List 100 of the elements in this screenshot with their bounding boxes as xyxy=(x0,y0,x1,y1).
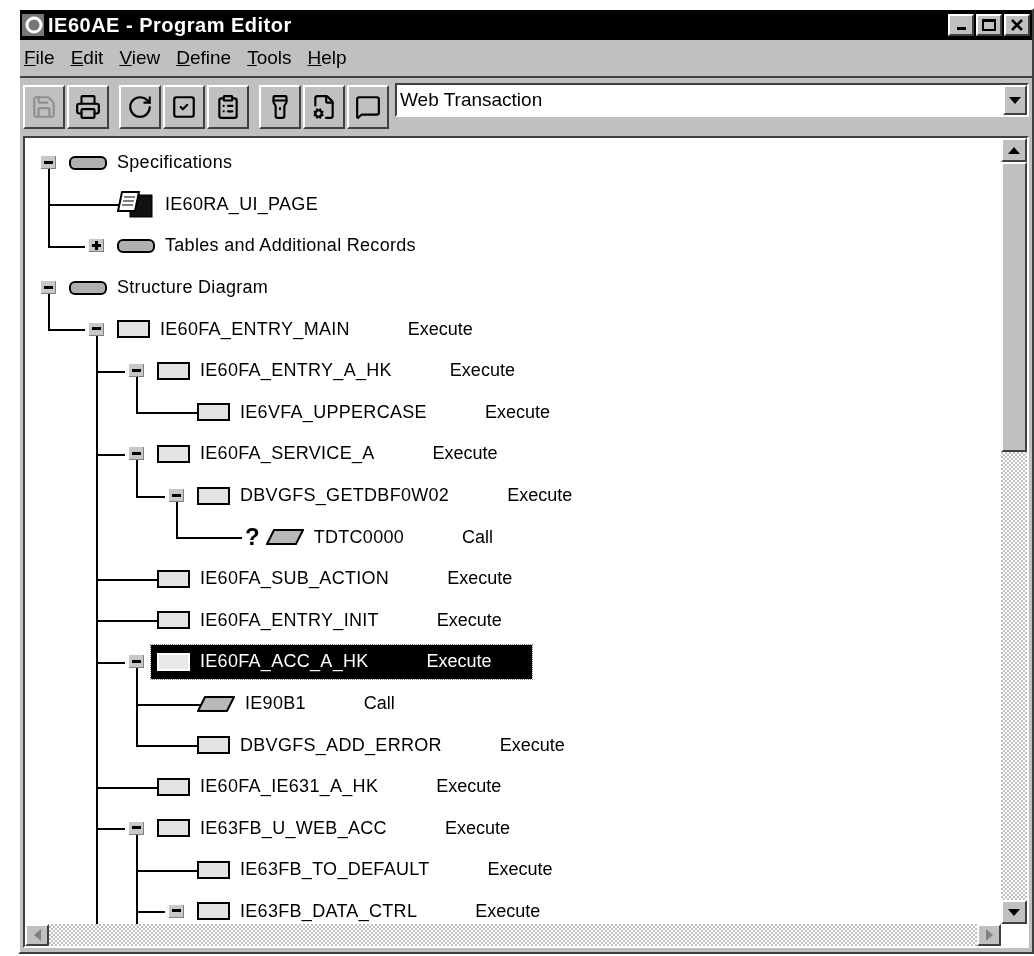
tree-item[interactable]: IE90B1 Call xyxy=(191,686,435,721)
item-name: IE90B1 xyxy=(245,692,306,715)
tree-item[interactable]: IE60FA_ENTRY_MAIN Execute xyxy=(111,312,513,347)
item-action: Execute xyxy=(444,816,510,840)
tree-item[interactable]: IE60RA_UI_PAGE xyxy=(111,187,358,222)
menu-item[interactable]: Tools xyxy=(247,43,292,73)
tree-item[interactable]: IE60FA_ENTRY_INIT Execute xyxy=(151,603,542,638)
menu-item[interactable]: File xyxy=(24,43,55,73)
item-name: IE60FA_IE631_A_HK xyxy=(200,775,379,799)
item-action: Call xyxy=(462,525,494,549)
dropdown-value: Web Transaction xyxy=(399,87,544,112)
menu-item[interactable]: Edit xyxy=(70,43,104,73)
close-icon xyxy=(1011,19,1023,31)
item-action: Execute xyxy=(449,359,515,383)
tree-item[interactable]: IE63FB_DATA_CTRL Execute xyxy=(191,894,581,924)
item-name: Structure Diagram xyxy=(117,276,269,300)
function-icon xyxy=(117,320,150,339)
function-icon xyxy=(157,361,190,380)
tree-item[interactable]: IE63FB_TO_DEFAULT Execute xyxy=(191,852,593,887)
collapse-toggle[interactable] xyxy=(41,281,56,295)
toolbar-button[interactable] xyxy=(207,85,249,129)
item-name: TDTC0000 xyxy=(313,525,405,549)
item-action: Execute xyxy=(487,858,553,882)
item-action: Execute xyxy=(475,900,541,923)
item-action: Execute xyxy=(447,567,513,591)
toolbar-button[interactable] xyxy=(303,85,345,129)
menu-item[interactable]: Define xyxy=(176,43,232,73)
properties-icon xyxy=(311,94,337,120)
tree-item[interactable]: IE6VFA_UPPERCASE Execute xyxy=(191,395,590,430)
dropdown-arrow-icon xyxy=(1009,96,1021,104)
clipboard-icon xyxy=(215,94,241,120)
tree-item[interactable]: Structure Diagram xyxy=(63,270,309,305)
tree-item[interactable]: DBVGFS_ADD_ERROR Execute xyxy=(191,728,605,763)
close-button[interactable] xyxy=(1004,14,1030,36)
collapse-toggle[interactable] xyxy=(129,655,144,669)
tree-item[interactable]: IE60FA_ACC_A_HK Execute xyxy=(151,644,532,679)
toolbar-button[interactable] xyxy=(163,85,205,129)
item-name: IE60FA_ENTRY_A_HK xyxy=(200,359,392,383)
maximize-button[interactable] xyxy=(976,14,1002,36)
scroll-up-icon xyxy=(1008,146,1020,154)
tree-item[interactable]: IE60FA_IE631_A_HK Execute xyxy=(151,769,542,804)
category-icon xyxy=(69,155,107,170)
tree-item[interactable]: DBVGFS_GETDBF0W02 Execute xyxy=(191,478,613,513)
function-icon xyxy=(157,819,190,838)
scroll-thumb[interactable] xyxy=(1001,162,1027,452)
category-icon xyxy=(117,239,155,253)
item-action: Execute xyxy=(432,442,498,466)
tree-item[interactable]: IE60FA_SERVICE_A Execute xyxy=(151,436,538,471)
scroll-left-icon xyxy=(33,929,41,941)
function-icon xyxy=(157,444,190,463)
horizontal-scrollbar[interactable] xyxy=(25,924,1001,946)
toolbar-button[interactable] xyxy=(119,85,161,129)
collapse-toggle[interactable] xyxy=(129,447,144,461)
item-name: Specifications xyxy=(117,151,233,175)
item-name: Tables and Additional Records xyxy=(165,234,416,258)
vertical-scrollbar[interactable] xyxy=(1001,138,1027,924)
item-action: Execute xyxy=(507,484,573,508)
item-name: IE60RA_UI_PAGE xyxy=(165,192,318,217)
item-name: DBVGFS_ADD_ERROR xyxy=(240,733,442,758)
collapse-toggle[interactable] xyxy=(129,364,144,378)
tree-item[interactable]: IE60FA_ENTRY_A_HK Execute xyxy=(151,353,555,388)
checkbox-icon xyxy=(171,94,197,120)
type-dropdown[interactable]: Web Transaction xyxy=(395,83,1029,117)
tree-item[interactable]: Tables and Additional Records xyxy=(111,229,456,263)
item-name: IE63FB_DATA_CTRL xyxy=(240,900,418,924)
refresh-icon xyxy=(127,94,153,120)
scroll-right-icon xyxy=(985,929,993,941)
expand-toggle[interactable] xyxy=(89,239,104,253)
item-name: IE63FB_TO_DEFAULT xyxy=(240,858,430,882)
item-name: IE60FA_ENTRY_MAIN xyxy=(160,317,350,342)
unresolved-marker: ? xyxy=(245,525,260,550)
function-icon xyxy=(157,652,190,671)
toolbar-button[interactable] xyxy=(67,85,109,129)
collapse-toggle[interactable] xyxy=(129,821,144,835)
scroll-down-icon xyxy=(1008,908,1020,916)
category-icon xyxy=(69,280,107,295)
minimize-button[interactable] xyxy=(948,14,974,36)
collapse-toggle[interactable] xyxy=(169,489,184,503)
tree-item[interactable]: IE60FA_SUB_ACTION Execute xyxy=(151,561,553,596)
app-icon xyxy=(22,14,44,36)
item-action: Execute xyxy=(499,733,565,757)
item-name: IE60FA_ENTRY_INIT xyxy=(200,608,379,633)
toolbar-button[interactable] xyxy=(347,85,389,129)
menu-item[interactable]: View xyxy=(119,43,161,73)
collapse-toggle[interactable] xyxy=(89,322,104,336)
printer-icon xyxy=(75,94,101,120)
item-action: Execute xyxy=(484,400,550,424)
toolbar-button[interactable] xyxy=(259,85,301,129)
item-action: Call xyxy=(363,692,395,715)
collapse-toggle[interactable] xyxy=(169,905,184,918)
collapse-toggle[interactable] xyxy=(41,156,56,170)
menu-item[interactable]: Help xyxy=(307,43,347,73)
item-action: Execute xyxy=(436,608,502,632)
tree-item[interactable]: TDTC0000 Call xyxy=(259,520,534,555)
function-icon xyxy=(197,902,230,921)
tree-item[interactable]: Specifications xyxy=(63,145,273,180)
item-name: IE63FB_U_WEB_ACC xyxy=(200,816,387,841)
item-action: Execute xyxy=(407,317,473,341)
speech-bubble-icon xyxy=(355,94,381,120)
tree-item[interactable]: IE63FB_U_WEB_ACC Execute xyxy=(151,811,550,846)
